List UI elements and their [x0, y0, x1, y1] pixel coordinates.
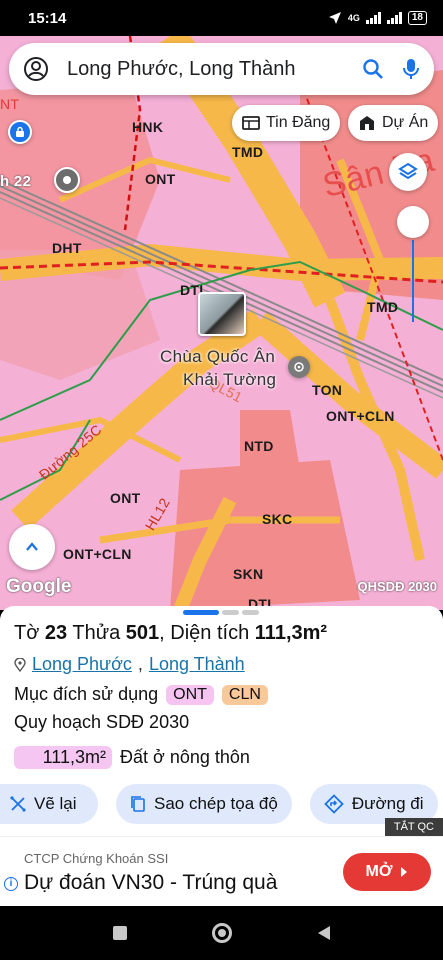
- close-ad-button[interactable]: TẮT QC: [384, 818, 443, 836]
- place-photo: [200, 294, 244, 334]
- pagoda-poi-icon[interactable]: [288, 356, 310, 378]
- parcel-info-sheet[interactable]: Tờ 23 Thửa 501, Diện tích 111,3m² Long P…: [0, 606, 443, 836]
- opacity-slider-handle[interactable]: [397, 206, 429, 238]
- place-name-line2: Khải Tường: [183, 370, 277, 389]
- parcel-address: Long Phước, Long Thành: [14, 654, 245, 675]
- ad-banner[interactable]: i CTCP Chứng Khoán SSI Dự đoán VN30 - Tr…: [0, 836, 443, 906]
- ad-open-button[interactable]: MỞ: [343, 853, 431, 891]
- zone-label-tmd-2: TMD: [367, 299, 399, 315]
- land-type-area: 111,3m²: [14, 746, 112, 769]
- directions-label: Đường đi: [351, 794, 424, 813]
- ad-headline: Dự đoán VN30 - Trúng quà: [24, 871, 278, 894]
- redraw-button[interactable]: Vẽ lại: [0, 784, 98, 824]
- zone-label-tmd: TMD: [232, 144, 264, 160]
- ad-advertiser: CTCP Chứng Khoán SSI: [24, 851, 169, 866]
- place-photo-marker[interactable]: [198, 292, 246, 336]
- account-icon[interactable]: [23, 56, 49, 82]
- land-use-tag-cln: CLN: [221, 684, 268, 705]
- network-type: 4G: [347, 13, 360, 23]
- expand-up-button[interactable]: [9, 524, 55, 570]
- home-button[interactable]: [211, 923, 232, 943]
- search-bar[interactable]: Long Phước, Long Thành: [9, 43, 434, 95]
- place-name-line1: Chùa Quốc Ân: [160, 347, 276, 366]
- building-icon: [360, 116, 374, 130]
- action-row: Vẽ lại Sao chép tọa độ Đường đi: [0, 784, 443, 824]
- listings-chip[interactable]: Tin Đăng: [232, 105, 341, 141]
- back-button[interactable]: [317, 925, 331, 941]
- newspaper-icon: [242, 116, 260, 130]
- plot-label: Thửa: [72, 622, 121, 644]
- planning-label: Quy hoạch SDĐ 2030: [14, 712, 190, 732]
- search-icon[interactable]: [362, 58, 384, 80]
- map-pin-icon: [14, 657, 26, 672]
- ad-info-icon[interactable]: i: [4, 877, 18, 891]
- status-time: 15:14: [28, 9, 67, 27]
- layers-icon: [398, 162, 418, 180]
- sheet-number: 23: [44, 622, 68, 644]
- status-bar: 15:14 4G 18: [0, 0, 443, 36]
- plot-number: 501: [125, 622, 160, 644]
- ad-open-label: MỞ: [365, 863, 393, 880]
- status-icons: 4G 18: [328, 11, 427, 25]
- location-arrow-icon: [328, 12, 341, 24]
- partial-road-label: h 22: [0, 173, 32, 190]
- recents-button[interactable]: [112, 926, 127, 940]
- location-pin-icon[interactable]: [54, 167, 80, 193]
- zone-label-ont: ONT: [145, 171, 176, 187]
- land-use-purpose: Mục đích sử dụng ONT CLN: [14, 684, 268, 705]
- zone-label-ont-2: ONT: [110, 490, 141, 506]
- sheet-drag-handle[interactable]: [183, 610, 259, 615]
- battery-icon: 18: [407, 11, 427, 25]
- ward-link[interactable]: Long Phước: [32, 654, 132, 675]
- redraw-icon: [10, 796, 26, 812]
- zone-label-partial-nt: NT: [0, 96, 20, 112]
- zone-label-skn: SKN: [233, 566, 264, 582]
- signal-icon-2: [386, 12, 402, 24]
- zone-label-skc: SKC: [262, 511, 293, 527]
- google-logo: Google: [6, 576, 72, 597]
- zone-label-hnk: HNK: [132, 119, 164, 135]
- search-input[interactable]: Long Phước, Long Thành: [67, 58, 362, 81]
- purpose-label: Mục đích sử dụng: [14, 684, 159, 704]
- signal-icon: [365, 12, 381, 24]
- copy-coords-button[interactable]: Sao chép tọa độ: [116, 784, 292, 824]
- directions-icon: [324, 794, 344, 814]
- layer-name-label: QHSDĐ 2030: [357, 579, 437, 594]
- land-use-tag-ont: ONT: [166, 684, 214, 705]
- system-nav-bar: [0, 906, 443, 960]
- parcel-title: Tờ 23 Thửa 501, Diện tích 111,3m²: [14, 622, 328, 644]
- zone-label-ont-cln: ONT+CLN: [326, 408, 395, 424]
- land-type-row: 111,3m² Đất ở nông thôn: [14, 746, 250, 769]
- projects-chip[interactable]: Dự Án: [348, 105, 439, 141]
- lock-icon[interactable]: [8, 120, 32, 144]
- zone-label-dht: DHT: [52, 240, 82, 256]
- microphone-icon[interactable]: [402, 57, 420, 81]
- zone-label-ont-cln-2: ONT+CLN: [63, 546, 132, 562]
- area-value: 111,3m²: [254, 622, 328, 644]
- projects-chip-label: Dự Án: [382, 114, 429, 131]
- copy-icon: [131, 796, 145, 812]
- district-link[interactable]: Long Thành: [149, 654, 245, 675]
- layers-button[interactable]: [389, 153, 427, 191]
- home-dot-icon: [217, 929, 226, 937]
- zone-label-ntd: NTD: [244, 438, 274, 454]
- chevron-up-icon: [26, 542, 38, 551]
- area-label: Diện tích: [170, 622, 250, 644]
- listings-chip-label: Tin Đăng: [266, 114, 331, 131]
- zone-label-ton: TON: [312, 382, 343, 398]
- redraw-label: Vẽ lại: [34, 794, 77, 813]
- sheet-label: Tờ: [14, 622, 40, 644]
- land-type-name: Đất ở nông thôn: [120, 747, 250, 767]
- play-arrow-icon: [401, 867, 408, 877]
- copy-coords-label: Sao chép tọa độ: [154, 794, 278, 813]
